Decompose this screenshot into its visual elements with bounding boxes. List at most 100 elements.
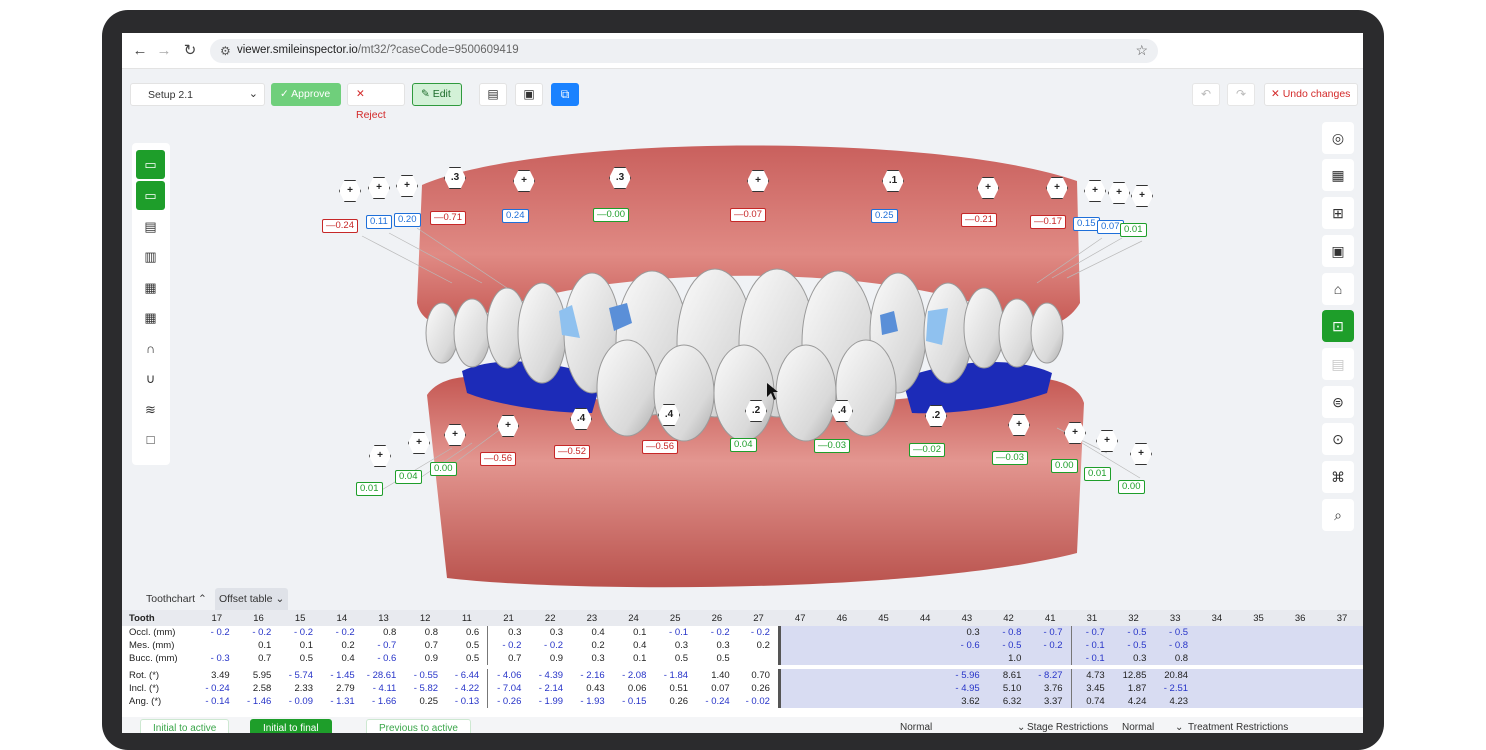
lower-hex-marker[interactable]: + <box>1008 414 1030 436</box>
setup-select[interactable]: Setup 2.1 ⌄ <box>130 83 265 106</box>
edit-button[interactable]: ✎ Edit <box>412 83 462 106</box>
table-cell: - 0.6 <box>946 639 988 652</box>
table-cell: - 0.26 <box>497 696 522 707</box>
undo-changes-button[interactable]: ✕ Undo changes <box>1264 83 1358 106</box>
lower-value-badge: —0.56 <box>642 440 678 454</box>
reload-icon[interactable]: ↻ <box>180 41 200 61</box>
table-cell: - 0.6 <box>377 653 397 664</box>
lower-hex-marker[interactable]: .4 <box>570 408 592 430</box>
lower-occlusal-view-button[interactable]: ∪ <box>136 364 165 393</box>
table-cell: - 1.93 <box>580 696 605 707</box>
treatment-restrictions-label: Treatment Restrictions <box>1188 722 1289 733</box>
tool-button-7[interactable]: ▤ <box>1322 348 1354 380</box>
lower-hex-marker[interactable]: .4 <box>831 400 853 422</box>
table-cell: - 4.06 <box>497 670 522 681</box>
upper-hex-marker[interactable]: .3 <box>609 167 631 189</box>
tab-initial-to-active[interactable]: Initial to active <box>140 719 230 733</box>
left-blue-aligner-segment <box>462 361 602 413</box>
tab-previous-to-active[interactable]: Previous to active <box>366 719 471 733</box>
table-cell <box>1279 695 1322 708</box>
lower-arch-icon: ▭ <box>144 188 157 203</box>
upper-hex-marker[interactable]: .3 <box>444 167 466 189</box>
upper-hex-marker[interactable]: + <box>977 177 999 199</box>
upper-hex-marker[interactable]: + <box>1046 177 1068 199</box>
upper-hex-marker[interactable]: + <box>1108 182 1130 204</box>
folder-settings-button[interactable]: ▣ <box>515 83 543 106</box>
lower-hex-marker[interactable]: .2 <box>745 400 767 422</box>
table-cell <box>862 695 905 708</box>
right-view-button[interactable]: ▦ <box>136 303 165 332</box>
left-side-icon: ▦ <box>144 280 157 295</box>
tool-button-4[interactable]: ▣ <box>1322 235 1354 267</box>
tool-button-5[interactable]: ⌂ <box>1322 273 1354 305</box>
redo-button[interactable]: ↷ <box>1227 83 1255 106</box>
lower-hex-marker[interactable]: + <box>444 424 466 446</box>
table-cell: - 0.1 <box>1071 639 1113 652</box>
comment-button[interactable]: ▤ <box>479 83 507 106</box>
row-label: Rot. (*) <box>129 670 160 681</box>
lower-hex-marker[interactable]: .2 <box>925 405 947 427</box>
tab-initial-to-final[interactable]: Initial to final <box>250 719 332 733</box>
upper-hex-marker[interactable]: + <box>339 180 361 202</box>
lower-hex-marker[interactable]: + <box>369 445 391 467</box>
chevron-up-icon: ⌃ <box>197 593 207 605</box>
upper-occlusal-view-button[interactable]: ∩ <box>136 334 165 363</box>
tab-toothchart[interactable]: Toothchart ⌃ <box>142 588 211 610</box>
lower-hex-marker[interactable]: + <box>1130 443 1152 465</box>
upper-jaw-view-button[interactable]: ▭ <box>136 150 165 179</box>
table-cell <box>1321 695 1363 708</box>
upper-hex-marker[interactable]: .1 <box>882 170 904 192</box>
upper-hex-marker[interactable]: + <box>396 175 418 197</box>
table-cell: - 0.2 <box>544 640 564 651</box>
tooth-number-header: 47 <box>794 612 806 624</box>
tooth-number-header: 12 <box>419 612 431 624</box>
tool-button-8[interactable]: ⊜ <box>1322 386 1354 418</box>
tool-button-3[interactable]: ⊞ <box>1322 197 1354 229</box>
lower-hex-marker[interactable]: + <box>1096 430 1118 452</box>
tab-offset-table[interactable]: Offset table ⌄ <box>215 588 289 610</box>
upper-hex-marker[interactable]: + <box>747 170 769 192</box>
table-cell: 1.87 <box>1112 682 1155 695</box>
lower-hex-marker[interactable]: + <box>408 432 430 454</box>
tool-button-10[interactable]: ⌘ <box>1322 461 1354 493</box>
approve-button[interactable]: ✓ Approve <box>271 83 341 106</box>
address-bar[interactable]: ⚙ viewer.smileinspector.io/mt32/?caseCod… <box>210 39 1158 63</box>
back-arrow-icon[interactable]: ← <box>130 41 150 61</box>
table-cell: 20.84 <box>1154 669 1197 682</box>
upper-hex-marker[interactable]: + <box>1131 185 1153 207</box>
lower-jaw-view-button[interactable]: ▭ <box>136 181 165 210</box>
back-view-button[interactable]: ▥ <box>136 242 165 271</box>
lower-hex-marker[interactable]: + <box>1064 422 1086 444</box>
upper-hex-marker[interactable]: + <box>1084 180 1106 202</box>
undo-button[interactable]: ↶ <box>1192 83 1220 106</box>
tool-button-11[interactable]: ⌕ <box>1322 499 1354 531</box>
upper-hex-marker[interactable]: + <box>368 177 390 199</box>
bookmark-star-icon[interactable]: ☆ <box>1135 42 1148 59</box>
lower-hex-marker[interactable]: + <box>497 415 519 437</box>
treatment-restriction-select[interactable]: Normal ⌄ <box>1122 719 1183 733</box>
tool-button-1[interactable]: ◎ <box>1322 122 1354 154</box>
table-cell: 1.40 <box>711 670 730 681</box>
table-cell: - 0.1 <box>1071 652 1113 665</box>
table-cell <box>1321 626 1363 639</box>
lower-hex-marker[interactable]: .4 <box>658 404 680 426</box>
table-cell: 2.58 <box>252 683 272 694</box>
front-view-button[interactable]: ▤ <box>136 212 165 241</box>
tooth-number-header: 26 <box>711 612 723 624</box>
ipr-button[interactable]: ⊡ <box>1322 310 1354 342</box>
tooth-number-header: 16 <box>253 612 264 624</box>
forward-arrow-icon[interactable]: → <box>154 41 174 61</box>
site-settings-icon[interactable]: ⚙ <box>220 44 231 58</box>
reject-button[interactable]: ✕ Reject <box>347 83 405 121</box>
left-view-button[interactable]: ▦ <box>136 273 165 302</box>
tool-button-2[interactable]: ▦ <box>1322 159 1354 191</box>
upper-hex-marker[interactable]: + <box>513 170 535 192</box>
occlusion-view-button[interactable]: ≋ <box>136 395 165 424</box>
tooth-number-header: 44 <box>919 612 931 624</box>
square-view-button[interactable]: □ <box>136 425 165 454</box>
stage-restriction-select[interactable]: Normal ⌄ <box>900 719 1025 733</box>
check-icon: ✓ <box>280 88 292 100</box>
open-external-button[interactable]: ⧉ <box>551 83 579 106</box>
tool-button-9[interactable]: ⊙ <box>1322 423 1354 455</box>
table-cell: - 0.24 <box>705 696 730 707</box>
